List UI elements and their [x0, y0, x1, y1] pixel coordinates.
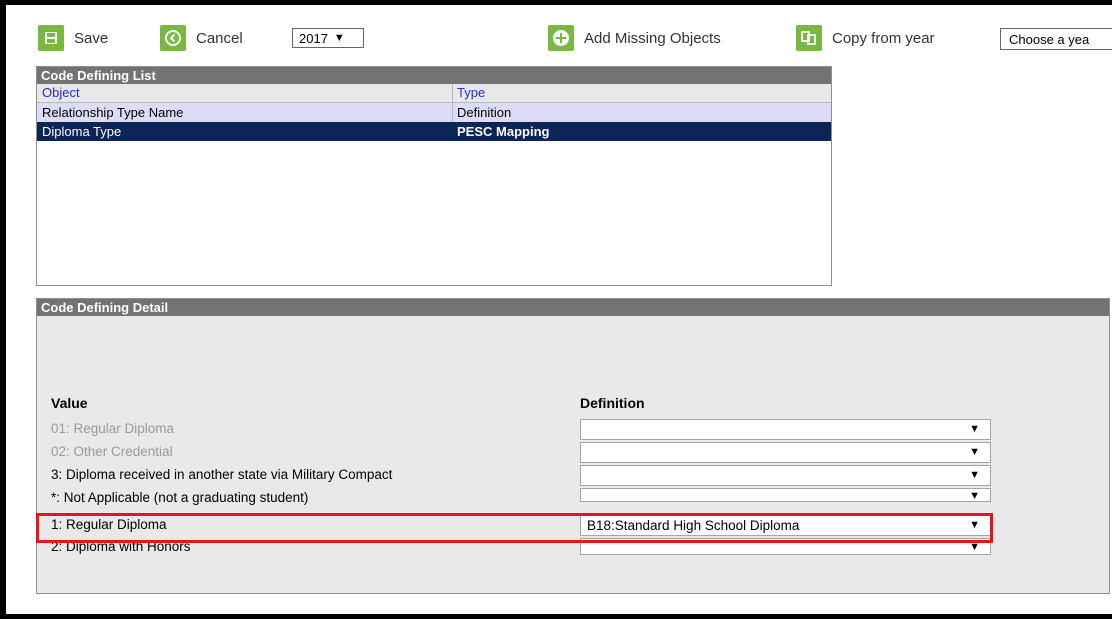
value-label: 02: Other Credential: [51, 444, 173, 459]
plus-circle-icon: [548, 25, 574, 51]
list-header-row: Object Type: [37, 84, 831, 103]
list-row-selected[interactable]: Diploma Type PESC Mapping: [37, 122, 831, 141]
definition-select[interactable]: ▼: [580, 419, 991, 440]
highlight-annotation: [36, 513, 993, 543]
value-label: *: Not Applicable (not a graduating stud…: [51, 490, 309, 505]
triangle-down-icon: ▼: [969, 490, 980, 502]
window-frame-left: [0, 0, 6, 619]
triangle-down-icon: ▼: [969, 423, 980, 435]
year-select[interactable]: 2017 ▼: [292, 28, 364, 48]
definition-select[interactable]: ▼: [580, 488, 991, 502]
year-select-value: 2017: [299, 30, 328, 46]
code-defining-detail-panel: Code Defining Detail Value Definition 01…: [36, 298, 1110, 594]
cancel-label: Cancel: [196, 29, 243, 47]
add-missing-objects-button[interactable]: Add Missing Objects: [548, 22, 721, 54]
save-button[interactable]: Save: [38, 22, 108, 54]
column-header-object[interactable]: Object: [37, 84, 453, 102]
save-icon: [38, 25, 64, 51]
value-label: 3: Diploma received in another state via…: [51, 467, 393, 482]
code-defining-list-title: Code Defining List: [37, 67, 831, 84]
row-object-cell: Relationship Type Name: [37, 103, 453, 122]
definition-select[interactable]: ▼: [580, 465, 991, 486]
copy-icon: [796, 25, 822, 51]
cancel-icon: [160, 25, 186, 51]
triangle-down-icon: ▼: [969, 469, 980, 481]
window-frame-top-right: [192, 0, 1112, 5]
code-defining-list-panel: Code Defining List Object Type Relations…: [36, 66, 832, 286]
definition-select[interactable]: ▼: [580, 442, 991, 463]
window-frame-bottom: [0, 614, 1112, 619]
copy-from-year-button[interactable]: Copy from year: [796, 22, 935, 54]
list-row[interactable]: Relationship Type Name Definition: [37, 103, 831, 122]
add-missing-objects-label: Add Missing Objects: [584, 29, 721, 47]
row-object-cell: Diploma Type: [42, 124, 122, 139]
code-defining-detail-title: Code Defining Detail: [37, 299, 1109, 316]
value-label: 01: Regular Diploma: [51, 421, 175, 436]
copy-from-year-label: Copy from year: [832, 29, 935, 47]
row-type-cell: Definition: [457, 105, 512, 120]
choose-year-select[interactable]: Choose a yea: [1000, 28, 1112, 50]
choose-year-value: Choose a yea: [1009, 31, 1090, 47]
value-column-header: Value: [51, 395, 88, 411]
window-frame-top: [0, 0, 192, 5]
row-type-cell: PESC Mapping: [457, 124, 550, 139]
triangle-down-icon: ▼: [969, 446, 980, 458]
save-label: Save: [74, 29, 109, 47]
detail-body: Value Definition 01: Regular Diploma ▼ 0…: [37, 316, 1109, 593]
page: Save Cancel 2017 ▼ Add Missing Objects C…: [0, 0, 1112, 619]
triangle-down-icon: ▼: [333, 32, 345, 44]
cancel-button[interactable]: Cancel: [160, 22, 243, 54]
definition-column-header: Definition: [580, 395, 645, 411]
column-header-type[interactable]: Type: [453, 84, 831, 102]
